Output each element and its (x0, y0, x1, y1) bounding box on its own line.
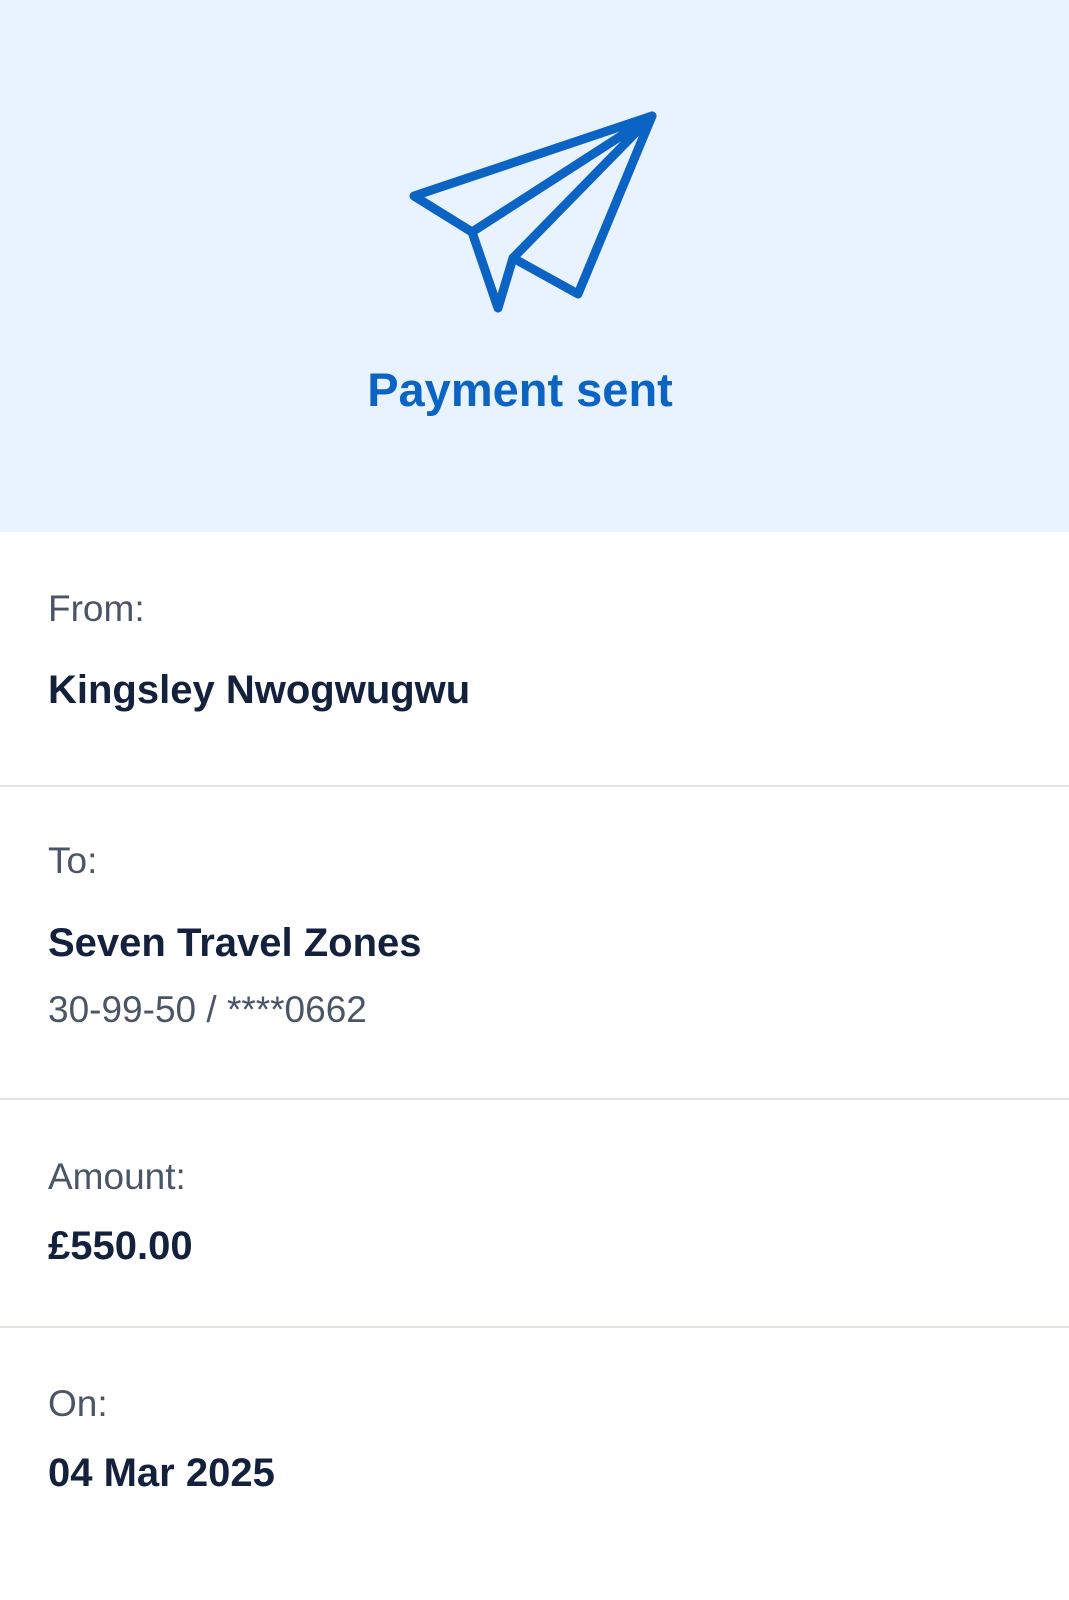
to-value: Seven Travel Zones (48, 921, 422, 965)
date-value: 04 Mar 2025 (48, 1451, 275, 1495)
payment-details: From: Kingsley Nwogwugwu To: Seven Trave… (0, 532, 1069, 1600)
date-label: On: (48, 1383, 108, 1424)
paper-plane-icon (409, 111, 657, 313)
amount-row: Amount: £550.00 (0, 1100, 1069, 1328)
from-row: From: Kingsley Nwogwugwu (0, 532, 1069, 787)
date-row: On: 04 Mar 2025 (0, 1328, 1069, 1600)
to-account: 30-99-50 / ****0662 (48, 989, 367, 1030)
confirmation-header: Payment sent (0, 0, 1069, 532)
amount-value: £550.00 (48, 1224, 193, 1268)
from-label: From: (48, 588, 145, 629)
from-value: Kingsley Nwogwugwu (48, 668, 471, 712)
to-label: To: (48, 840, 98, 881)
page-title: Payment sent (367, 363, 673, 416)
amount-label: Amount: (48, 1156, 186, 1197)
to-row: To: Seven Travel Zones 30-99-50 / ****06… (0, 787, 1069, 1100)
